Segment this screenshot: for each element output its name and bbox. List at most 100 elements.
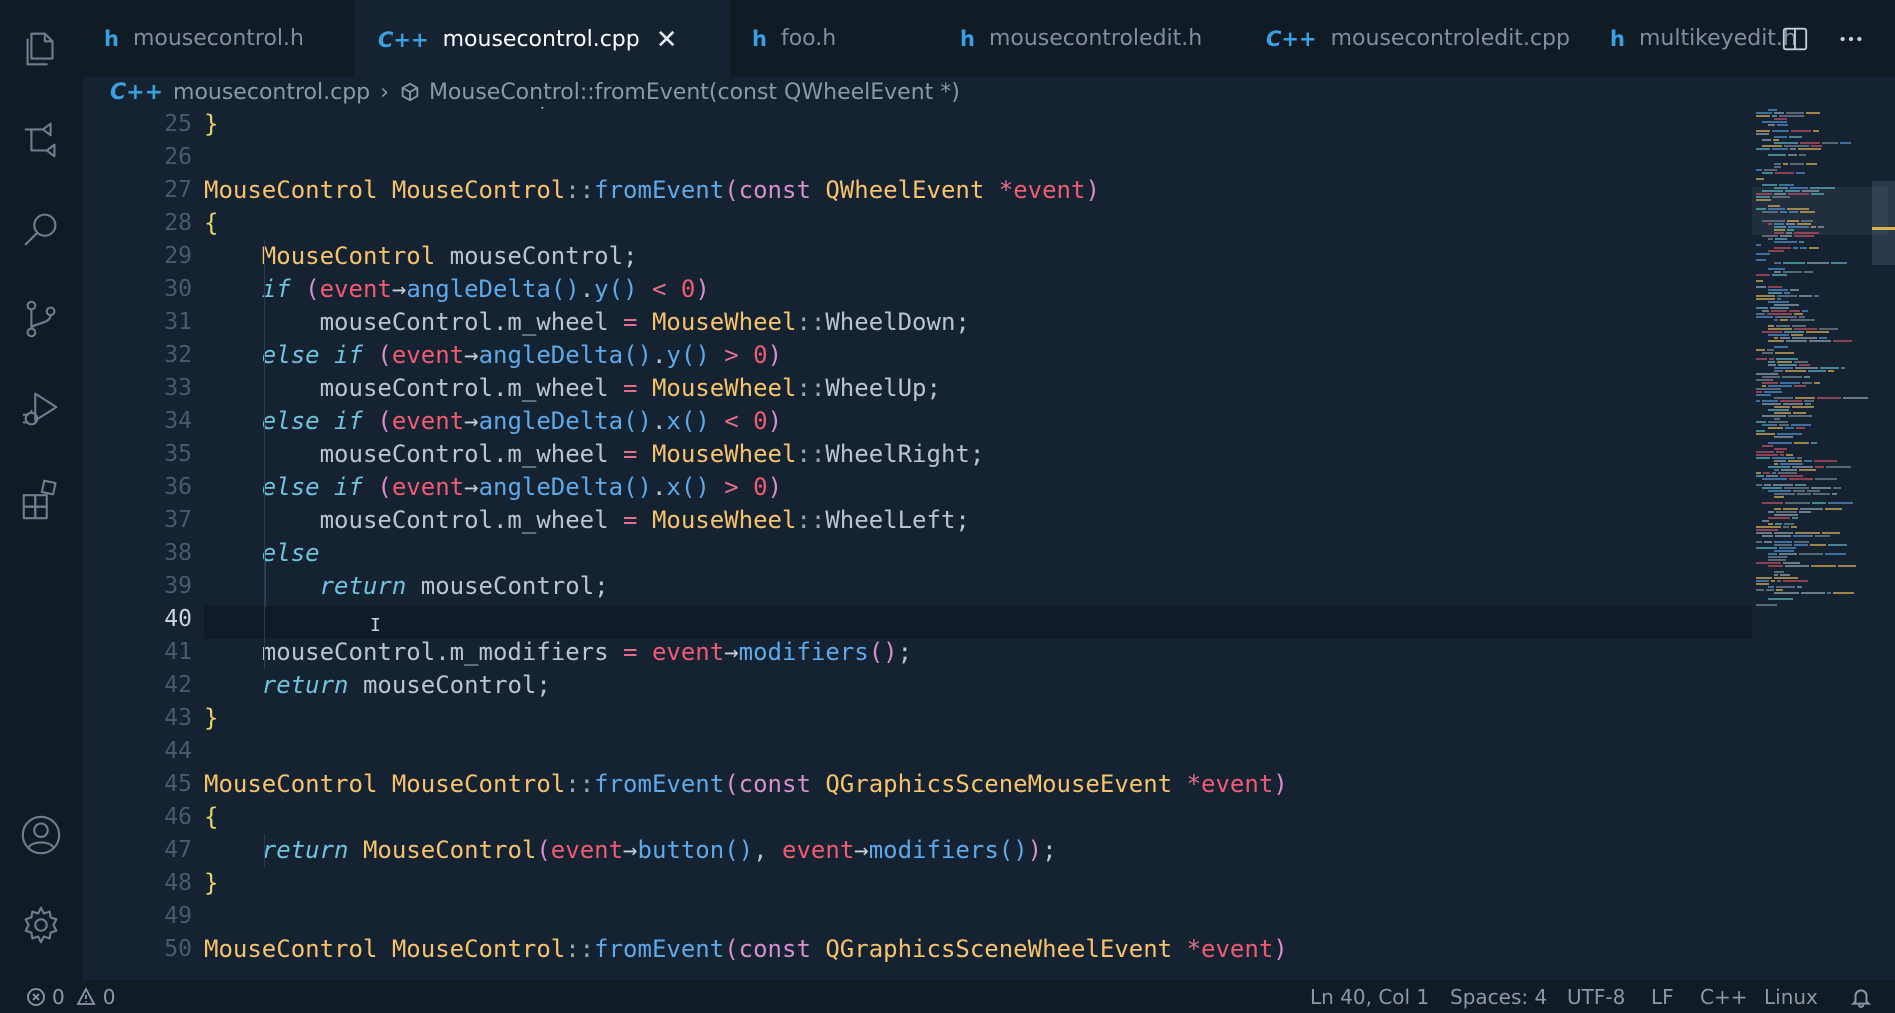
minimap-line <box>1784 331 1804 333</box>
ci-icon[interactable] <box>16 114 66 164</box>
minimap-line <box>1794 544 1808 546</box>
os-indicator[interactable]: Linux <box>1764 980 1818 1013</box>
minimap-line <box>1794 328 1817 330</box>
minimap-line <box>1762 535 1773 537</box>
split-editor-icon[interactable] <box>1770 14 1820 64</box>
breadcrumb-file[interactable]: mousecontrol.cpp <box>173 80 370 105</box>
minimap-line <box>1756 580 1769 582</box>
minimap-line <box>1796 427 1805 429</box>
warning-icon <box>76 986 96 1005</box>
problems-indicator[interactable]: 0 0 <box>26 980 115 1013</box>
minimap-line <box>1780 574 1790 576</box>
minimap-line <box>1774 367 1793 369</box>
minimap-line <box>1799 241 1804 243</box>
minimap-line <box>1768 154 1786 156</box>
minimap-line <box>1813 130 1819 132</box>
minimap-line <box>1799 364 1810 366</box>
line-number: 29 <box>164 243 192 269</box>
minimap-line <box>1780 382 1800 384</box>
minimap-line <box>1774 232 1784 234</box>
minimap-line <box>1789 136 1802 138</box>
minimap-line <box>1784 145 1809 147</box>
minimap-line <box>1775 352 1794 354</box>
minimap-line <box>1827 592 1831 594</box>
scrollbar-thumb[interactable] <box>1872 181 1895 265</box>
minimap-line <box>1783 580 1808 582</box>
extensions-icon[interactable] <box>16 474 66 524</box>
minimap-line <box>1774 448 1787 450</box>
minimap-line <box>1774 397 1793 399</box>
minimap-line <box>1768 286 1782 288</box>
minimap-line <box>1768 556 1787 558</box>
account-icon[interactable] <box>16 810 66 860</box>
minimap-line <box>1774 460 1786 462</box>
source-control-icon[interactable] <box>16 294 66 344</box>
more-actions-icon[interactable] <box>1826 14 1876 64</box>
minimap-line <box>1814 295 1819 297</box>
minimap-line <box>1774 118 1787 120</box>
minimap-line <box>1828 370 1834 372</box>
minimap-line <box>1806 331 1829 333</box>
search-icon[interactable] <box>16 204 66 254</box>
minimap-line <box>1826 466 1851 468</box>
minimap-line <box>1779 115 1804 117</box>
minimap-line <box>1764 391 1782 393</box>
cursor-position[interactable]: Ln 40, Col 1 <box>1310 980 1429 1013</box>
end-of-line[interactable]: LF <box>1651 980 1674 1013</box>
tab-mousecontroledit-cpp[interactable]: C++ mousecontroledit.cpp <box>1230 0 1580 77</box>
minimap-line <box>1774 229 1785 231</box>
code-line: { <box>204 209 219 237</box>
encoding[interactable]: UTF-8 <box>1567 980 1625 1013</box>
minimap-line <box>1762 139 1771 141</box>
breadcrumb-symbol[interactable]: MouseControl::fromEvent(const QWheelEven… <box>429 80 960 105</box>
minimap-line <box>1777 298 1781 300</box>
minimap-line <box>1819 328 1838 330</box>
tab-mousecontroledit-h[interactable]: h mousecontroledit.h <box>930 0 1230 77</box>
minimap-line <box>1756 286 1766 288</box>
minimap-line <box>1784 487 1809 489</box>
minimap-line <box>1784 523 1794 525</box>
indentation[interactable]: Spaces: 4 <box>1450 980 1547 1013</box>
minimap-line <box>1815 466 1824 468</box>
tab-foo-h[interactable]: h foo.h <box>730 0 930 77</box>
minimap-line <box>1762 121 1787 123</box>
minimap-line <box>1775 316 1797 318</box>
minimap-line <box>1756 457 1770 459</box>
minimap-line <box>1762 445 1773 447</box>
minimap-line <box>1763 472 1770 474</box>
explorer-icon[interactable] <box>16 24 66 74</box>
error-count: 0 <box>52 984 65 1009</box>
tab-label: mousecontrol.h <box>132 26 304 51</box>
minimap-line <box>1774 241 1797 243</box>
minimap-line <box>1756 388 1781 390</box>
minimap-line <box>1810 544 1826 546</box>
minimap-line <box>1801 220 1813 222</box>
settings-gear-icon[interactable] <box>16 900 66 950</box>
tab-mousecontrol-h[interactable]: h mousecontrol.h <box>82 0 354 77</box>
minimap-line <box>1768 442 1792 444</box>
minimap-line <box>1774 436 1793 438</box>
minimap-line <box>1774 223 1784 225</box>
code-editor[interactable]: 25 26 27 28 29 30 31 32 33 34 35 36 37 38 39 40 41 42 43 44… <box>82 107 1752 980</box>
minimap-line <box>1756 307 1768 309</box>
minimap-line <box>1798 148 1821 150</box>
minimap-line <box>1773 139 1779 141</box>
minimap-line <box>1756 280 1763 282</box>
language-mode[interactable]: C++ <box>1700 980 1747 1013</box>
tab-mousecontrol-cpp[interactable]: C++ mousecontrol.cpp ✕ <box>354 0 730 77</box>
minimap-line <box>1768 361 1775 363</box>
minimap-line <box>1779 184 1794 186</box>
minimap-line <box>1772 148 1788 150</box>
line-number: 38 <box>164 540 192 566</box>
run-debug-icon[interactable] <box>16 384 66 434</box>
close-icon[interactable]: ✕ <box>656 25 678 55</box>
minimap-line <box>1790 319 1815 321</box>
minimap-line <box>1774 193 1786 195</box>
minimap-line <box>1775 238 1787 240</box>
minimap-line <box>1766 589 1774 591</box>
minimap-line <box>1768 328 1792 330</box>
minimap-line <box>1785 190 1800 192</box>
minimap-line <box>1756 169 1762 171</box>
bell-icon[interactable] <box>1850 980 1872 1013</box>
tab-label: mousecontroledit.h <box>988 26 1203 51</box>
